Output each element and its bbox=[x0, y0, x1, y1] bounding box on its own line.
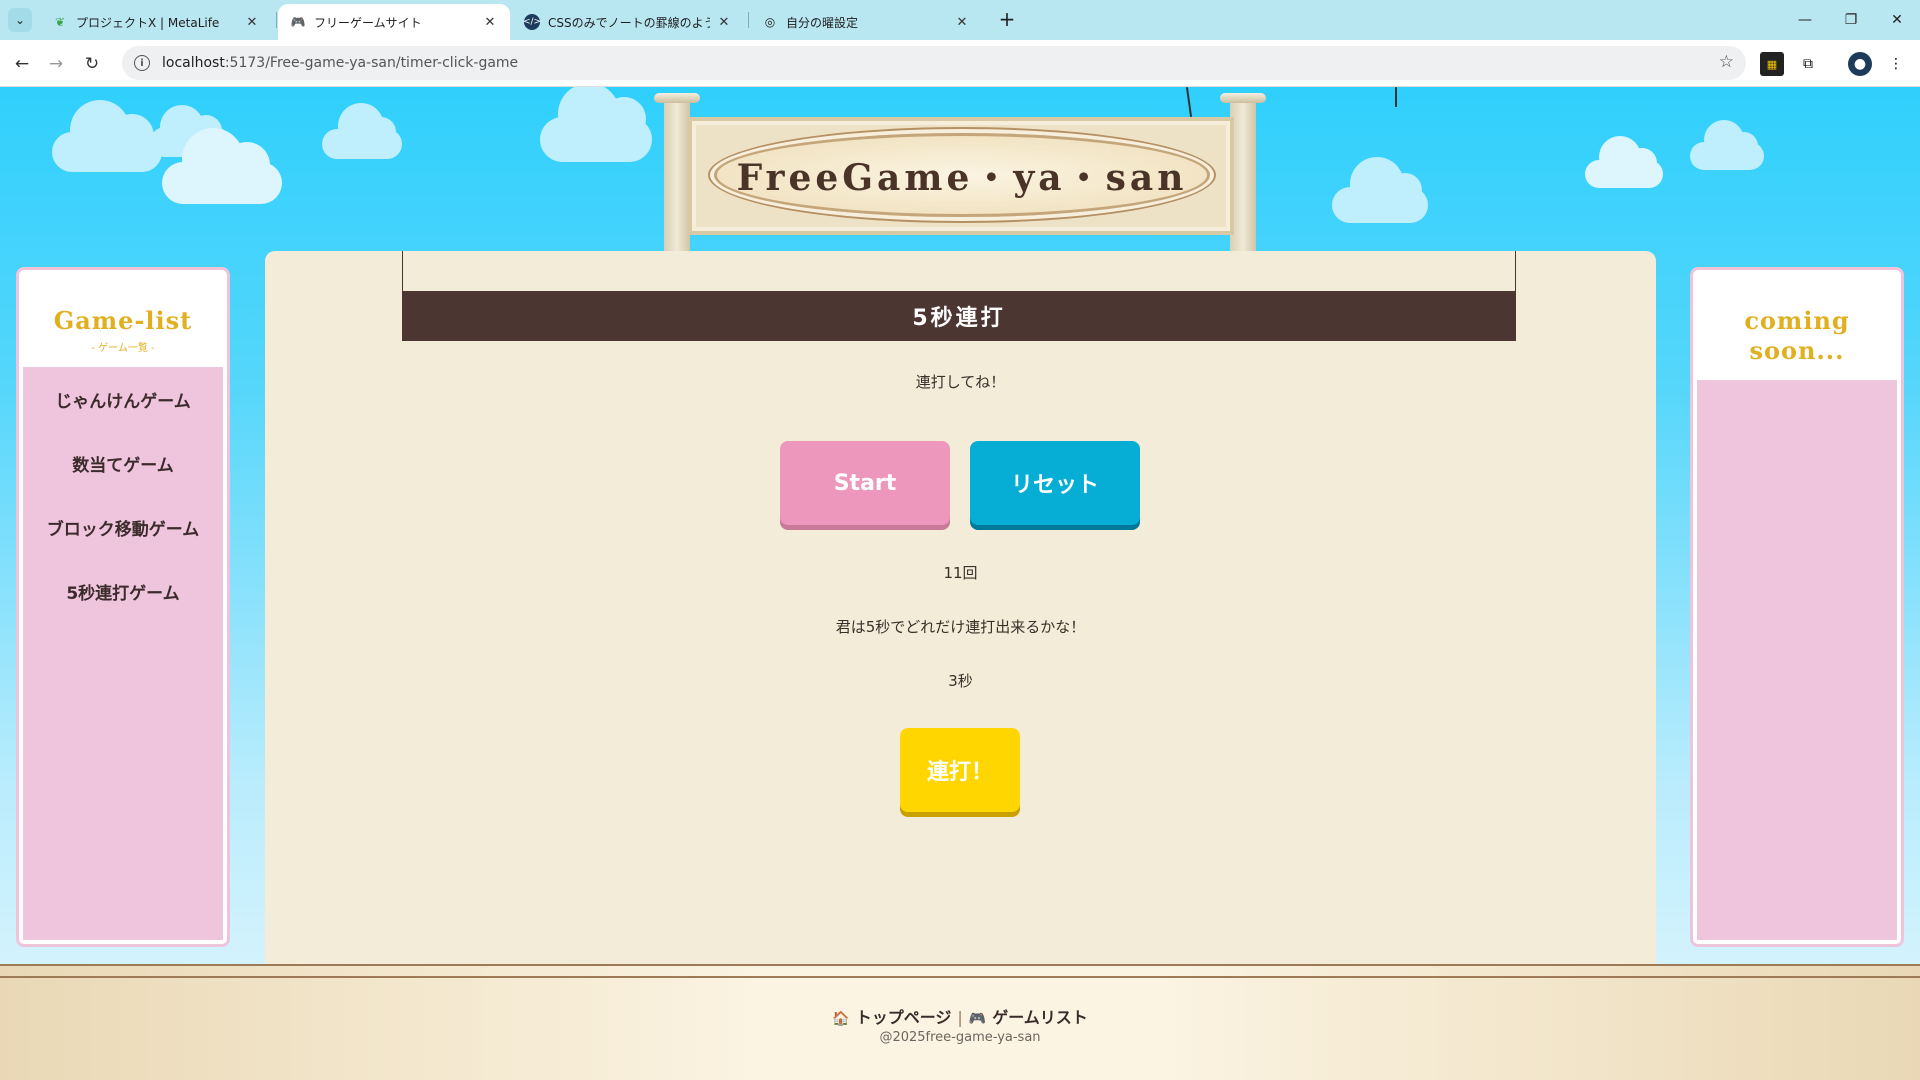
sign-post-left bbox=[664, 99, 690, 254]
game-prompt: 連打してね！ bbox=[915, 373, 1006, 391]
extensions-puzzle-icon[interactable]: ⧉ bbox=[1796, 52, 1820, 76]
footer: 🏠 トップページ | 🎮 ゲームリスト @2025free-game-ya-san bbox=[0, 964, 1920, 1080]
challenge-text: 君は5秒でどれだけ連打出来るかな！ bbox=[835, 618, 1086, 636]
profile-avatar[interactable]: ● bbox=[1848, 52, 1872, 76]
game-list-sidebar: Game-list - ゲーム一覧 - じゃんけんゲーム 数当てゲーム ブロック… bbox=[16, 267, 230, 947]
close-icon[interactable]: ✕ bbox=[716, 15, 732, 30]
game-title: 5秒連打 bbox=[912, 306, 1006, 331]
footer-separator: | bbox=[957, 1008, 963, 1027]
start-button[interactable]: Start bbox=[780, 441, 950, 525]
gamepad-icon: 🎮 bbox=[290, 15, 306, 29]
sign-plaque: FreeGame・ya・san bbox=[714, 133, 1210, 217]
house-icon: 🏠 bbox=[832, 1011, 850, 1027]
coming-soon-sidebar: coming soon... bbox=[1690, 267, 1904, 947]
game-list: じゃんけんゲーム 数当てゲーム ブロック移動ゲーム 5秒連打ゲーム bbox=[23, 367, 223, 940]
cloud bbox=[162, 128, 282, 204]
address-bar[interactable]: i localhost:5173/Free-game-ya-san/timer-… bbox=[122, 46, 1746, 80]
sign-post-cap bbox=[654, 93, 700, 103]
header-frame bbox=[402, 251, 1516, 291]
sidebar-subtitle: - ゲーム一覧 - bbox=[91, 343, 155, 354]
tab-metalife[interactable]: ❦ プロジェクトX | MetaLife ✕ bbox=[40, 4, 272, 40]
cloud bbox=[322, 103, 402, 159]
metalife-icon: ❦ bbox=[54, 15, 66, 29]
hanging-wire bbox=[1395, 87, 1397, 107]
browser-toolbar: ← → ↻ i localhost:5173/Free-game-ya-san/… bbox=[0, 40, 1920, 87]
menu-kebab-icon[interactable]: ⋮ bbox=[1884, 52, 1908, 76]
reload-button[interactable]: ↻ bbox=[78, 50, 106, 78]
site-signboard: FreeGame・ya・san bbox=[688, 117, 1234, 235]
timer-display: 3秒 bbox=[948, 672, 973, 690]
coming-soon-list bbox=[1697, 380, 1897, 940]
game-link-number-guess[interactable]: 数当てゲーム bbox=[23, 431, 223, 495]
code-icon: </> bbox=[523, 14, 541, 30]
tab-separator bbox=[748, 12, 749, 28]
tab-free-game-site[interactable]: 🎮 フリーゲームサイト ✕ bbox=[278, 4, 510, 40]
tab-title: CSSのみでノートの罫線のようなスタ bbox=[548, 15, 710, 30]
tab-title: プロジェクトX | MetaLife bbox=[76, 15, 220, 30]
footer-top-link[interactable]: 🏠 トップページ bbox=[832, 1008, 951, 1027]
sidebar-title: Game-list bbox=[53, 306, 193, 335]
cloud bbox=[1585, 136, 1663, 188]
bookmark-star-icon[interactable]: ☆ bbox=[1719, 52, 1734, 72]
gamepad-icon: 🎮 bbox=[968, 1011, 987, 1027]
game-link-5sec-tap[interactable]: 5秒連打ゲーム bbox=[23, 559, 223, 623]
new-tab-button[interactable]: + bbox=[994, 6, 1020, 32]
reset-button[interactable]: リセット bbox=[970, 441, 1140, 525]
sidebar-header: coming soon... bbox=[1693, 306, 1901, 366]
close-icon[interactable]: ✕ bbox=[954, 15, 970, 30]
tab-title: 自分の曜設定 bbox=[786, 15, 859, 30]
extension-icon[interactable]: ▦ bbox=[1760, 52, 1784, 76]
restore-button[interactable]: ❐ bbox=[1828, 0, 1874, 40]
close-icon[interactable]: ✕ bbox=[244, 15, 260, 30]
sign-post-cap bbox=[1220, 93, 1266, 103]
hanging-wire bbox=[1185, 87, 1193, 117]
sidebar-header: Game-list - ゲーム一覧 - bbox=[19, 306, 227, 354]
forward-button[interactable]: → bbox=[42, 50, 70, 78]
cloud bbox=[52, 100, 162, 172]
spiral-icon: ◎ bbox=[764, 15, 776, 29]
game-link-janken[interactable]: じゃんけんゲーム bbox=[23, 367, 223, 431]
tab-separator bbox=[276, 12, 277, 28]
tab-title: フリーゲームサイト bbox=[314, 15, 422, 30]
tab-settings[interactable]: ◎ 自分の曜設定 ✕ bbox=[750, 4, 982, 40]
cloud bbox=[1690, 120, 1764, 170]
footer-links: 🏠 トップページ | 🎮 ゲームリスト bbox=[0, 1004, 1920, 1028]
cloud bbox=[540, 87, 652, 162]
window-close-button[interactable]: ✕ bbox=[1874, 0, 1920, 40]
click-count: 11回 bbox=[943, 564, 978, 582]
site-info-icon[interactable]: i bbox=[134, 55, 150, 71]
minimize-button[interactable]: — bbox=[1782, 0, 1828, 40]
coming-soon-line1: coming bbox=[1744, 306, 1850, 335]
game-panel: 5秒連打 連打してね！ Start リセット 11回 君は5秒でどれだけ連打出来… bbox=[265, 251, 1656, 971]
page-background: FreeGame・ya・san Game-list - ゲーム一覧 - じゃんけ… bbox=[0, 87, 1920, 1080]
tab-css-note[interactable]: </> CSSのみでノートの罫線のようなスタ ✕ bbox=[512, 4, 744, 40]
coming-soon-title: coming soon... bbox=[1693, 306, 1901, 366]
browser-tab-bar: ⌄ ❦ プロジェクトX | MetaLife ✕ 🎮 フリーゲームサイト ✕ <… bbox=[0, 0, 1920, 40]
url-text: localhost:5173/Free-game-ya-san/timer-cl… bbox=[162, 55, 519, 71]
close-icon[interactable]: ✕ bbox=[482, 15, 498, 30]
cloud bbox=[1332, 157, 1428, 223]
tap-button[interactable]: 連打！ bbox=[900, 728, 1020, 812]
game-header: 5秒連打 bbox=[402, 291, 1516, 341]
copyright: @2025free-game-ya-san bbox=[879, 1030, 1041, 1045]
tab-search-button[interactable]: ⌄ bbox=[8, 8, 32, 32]
footer-game-list-link[interactable]: 🎮 ゲームリスト bbox=[969, 1008, 1088, 1027]
coming-soon-line2: soon... bbox=[1749, 336, 1845, 365]
back-button[interactable]: ← bbox=[8, 50, 36, 78]
game-link-block-move[interactable]: ブロック移動ゲーム bbox=[23, 495, 223, 559]
site-title: FreeGame・ya・san bbox=[736, 157, 1188, 199]
